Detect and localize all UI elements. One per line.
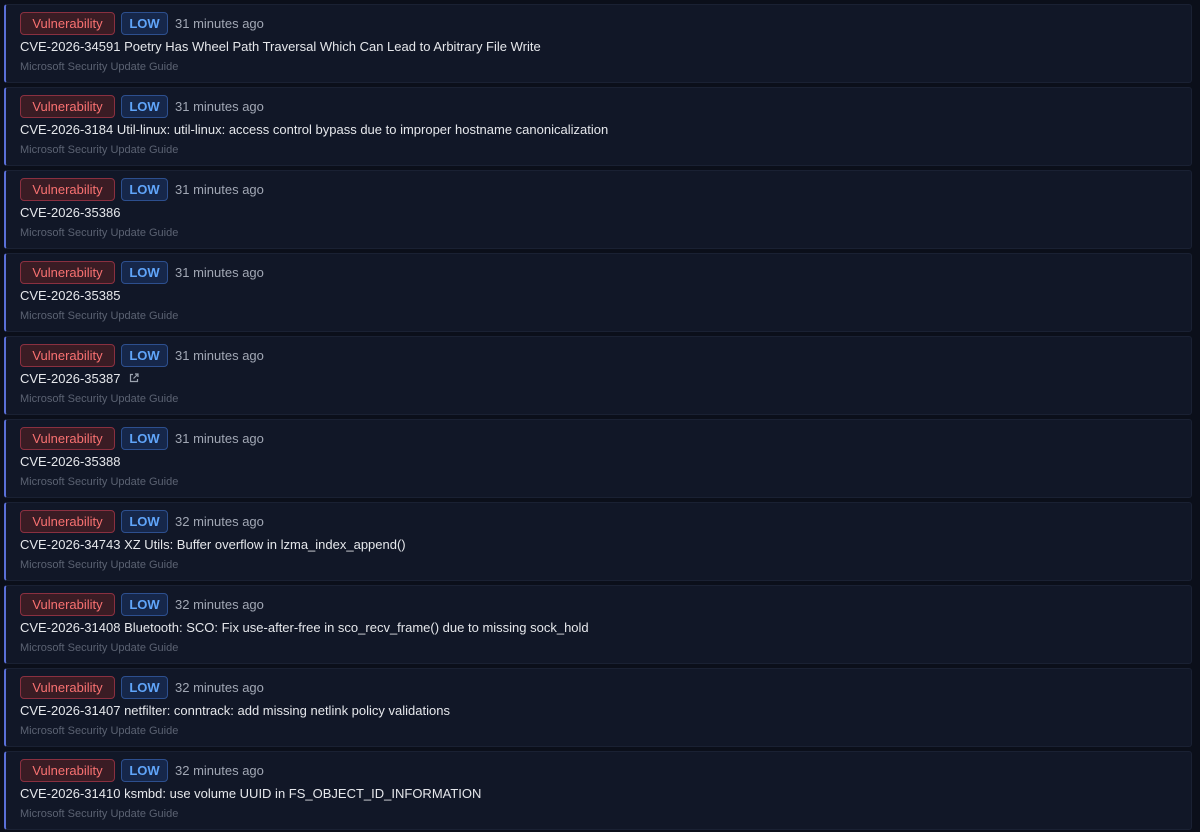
item-title-row: CVE-2026-35385 (20, 286, 1191, 304)
severity-badge: LOW (121, 675, 168, 699)
feed-item[interactable]: Vulnerability LOW 32 minutes ago CVE-202… (4, 751, 1192, 830)
severity-badge: LOW (121, 343, 168, 367)
item-title-row: CVE-2026-31410 ksmbd: use volume UUID in… (20, 784, 1191, 802)
feed-item[interactable]: Vulnerability LOW 32 minutes ago CVE-202… (4, 668, 1192, 747)
feed-item[interactable]: Vulnerability LOW 31 minutes ago CVE-202… (4, 253, 1192, 332)
item-title[interactable]: CVE-2026-34743 XZ Utils: Buffer overflow… (20, 537, 406, 552)
severity-badge: LOW (121, 426, 168, 450)
feed-item[interactable]: Vulnerability LOW 31 minutes ago CVE-202… (4, 170, 1192, 249)
item-meta-row: Vulnerability LOW 32 minutes ago (20, 592, 1191, 616)
item-source: Microsoft Security Update Guide (20, 725, 179, 737)
timestamp: 31 minutes ago (175, 430, 264, 446)
item-title[interactable]: CVE-2026-31407 netfilter: conntrack: add… (20, 703, 450, 718)
timestamp: 32 minutes ago (175, 762, 264, 778)
item-title[interactable]: CVE-2026-35386 (20, 205, 120, 220)
timestamp: 31 minutes ago (175, 15, 264, 31)
item-title-row: CVE-2026-35388 (20, 452, 1191, 470)
type-badge: Vulnerability (20, 343, 115, 367)
item-source: Microsoft Security Update Guide (20, 310, 179, 322)
item-source: Microsoft Security Update Guide (20, 642, 179, 654)
item-source: Microsoft Security Update Guide (20, 808, 179, 820)
item-source: Microsoft Security Update Guide (20, 227, 179, 239)
type-badge: Vulnerability (20, 260, 115, 284)
advisory-feed: Vulnerability LOW 31 minutes ago CVE-202… (0, 0, 1200, 832)
external-link-icon[interactable] (128, 372, 140, 384)
item-source: Microsoft Security Update Guide (20, 393, 179, 405)
type-badge: Vulnerability (20, 509, 115, 533)
item-meta-row: Vulnerability LOW 32 minutes ago (20, 509, 1191, 533)
severity-badge: LOW (121, 260, 168, 284)
item-source: Microsoft Security Update Guide (20, 144, 179, 156)
item-title[interactable]: CVE-2026-3184 Util-linux: util-linux: ac… (20, 122, 608, 137)
item-title[interactable]: CVE-2026-31410 ksmbd: use volume UUID in… (20, 786, 481, 801)
item-title-row: CVE-2026-34591 Poetry Has Wheel Path Tra… (20, 37, 1191, 55)
feed-item[interactable]: Vulnerability LOW 31 minutes ago CVE-202… (4, 419, 1192, 498)
item-meta-row: Vulnerability LOW 31 minutes ago (20, 177, 1191, 201)
item-source: Microsoft Security Update Guide (20, 61, 179, 73)
item-source: Microsoft Security Update Guide (20, 476, 179, 488)
feed-item[interactable]: Vulnerability LOW 32 minutes ago CVE-202… (4, 585, 1192, 664)
item-meta-row: Vulnerability LOW 31 minutes ago (20, 94, 1191, 118)
timestamp: 32 minutes ago (175, 596, 264, 612)
severity-badge: LOW (121, 11, 168, 35)
item-title-row: CVE-2026-3184 Util-linux: util-linux: ac… (20, 120, 1191, 138)
item-title[interactable]: CVE-2026-31408 Bluetooth: SCO: Fix use-a… (20, 620, 589, 635)
type-badge: Vulnerability (20, 758, 115, 782)
feed-item[interactable]: Vulnerability LOW 32 minutes ago CVE-202… (4, 502, 1192, 581)
item-title[interactable]: CVE-2026-35387 (20, 371, 120, 386)
type-badge: Vulnerability (20, 675, 115, 699)
type-badge: Vulnerability (20, 11, 115, 35)
item-title-row: CVE-2026-34743 XZ Utils: Buffer overflow… (20, 535, 1191, 553)
item-source: Microsoft Security Update Guide (20, 559, 179, 571)
item-meta-row: Vulnerability LOW 32 minutes ago (20, 758, 1191, 782)
item-title[interactable]: CVE-2026-34591 Poetry Has Wheel Path Tra… (20, 39, 541, 54)
item-title[interactable]: CVE-2026-35385 (20, 288, 120, 303)
item-title-row: CVE-2026-31408 Bluetooth: SCO: Fix use-a… (20, 618, 1191, 636)
type-badge: Vulnerability (20, 177, 115, 201)
item-title-row: CVE-2026-35386 (20, 203, 1191, 221)
item-meta-row: Vulnerability LOW 32 minutes ago (20, 675, 1191, 699)
severity-badge: LOW (121, 94, 168, 118)
item-meta-row: Vulnerability LOW 31 minutes ago (20, 426, 1191, 450)
item-title[interactable]: CVE-2026-35388 (20, 454, 120, 469)
type-badge: Vulnerability (20, 94, 115, 118)
timestamp: 32 minutes ago (175, 513, 264, 529)
timestamp: 31 minutes ago (175, 98, 264, 114)
severity-badge: LOW (121, 758, 168, 782)
severity-badge: LOW (121, 177, 168, 201)
timestamp: 32 minutes ago (175, 679, 264, 695)
item-title-row: CVE-2026-31407 netfilter: conntrack: add… (20, 701, 1191, 719)
severity-badge: LOW (121, 509, 168, 533)
type-badge: Vulnerability (20, 592, 115, 616)
type-badge: Vulnerability (20, 426, 115, 450)
timestamp: 31 minutes ago (175, 181, 264, 197)
timestamp: 31 minutes ago (175, 347, 264, 363)
feed-item[interactable]: Vulnerability LOW 31 minutes ago CVE-202… (4, 4, 1192, 83)
feed-item[interactable]: Vulnerability LOW 31 minutes ago CVE-202… (4, 87, 1192, 166)
item-meta-row: Vulnerability LOW 31 minutes ago (20, 260, 1191, 284)
timestamp: 31 minutes ago (175, 264, 264, 280)
feed-item[interactable]: Vulnerability LOW 31 minutes ago CVE-202… (4, 336, 1192, 415)
item-title-row: CVE-2026-35387 (20, 369, 1191, 387)
severity-badge: LOW (121, 592, 168, 616)
item-meta-row: Vulnerability LOW 31 minutes ago (20, 11, 1191, 35)
item-meta-row: Vulnerability LOW 31 minutes ago (20, 343, 1191, 367)
